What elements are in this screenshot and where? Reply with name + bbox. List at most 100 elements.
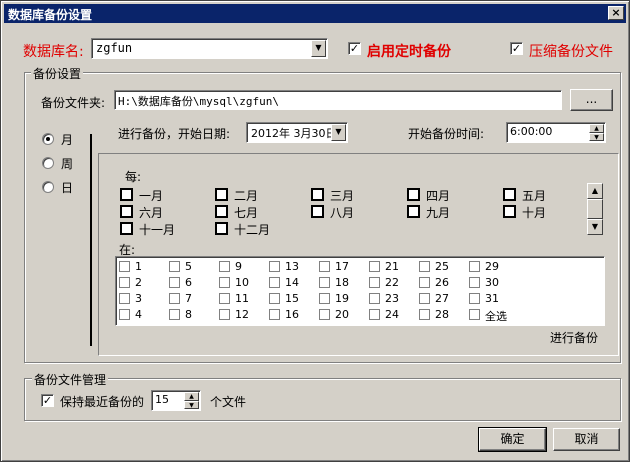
month-checkbox[interactable] bbox=[215, 222, 228, 235]
day-checkbox[interactable] bbox=[119, 309, 130, 320]
start-time-input[interactable]: 6:00:00 ▲ ▼ bbox=[506, 122, 606, 143]
day-checkbox[interactable] bbox=[269, 293, 280, 304]
day-checkbox[interactable] bbox=[219, 261, 230, 272]
day-checkbox[interactable] bbox=[419, 277, 430, 288]
day-checkbox[interactable] bbox=[119, 293, 130, 304]
mode-radio-day[interactable] bbox=[42, 181, 54, 193]
day-label: 12 bbox=[235, 308, 249, 321]
keep-recent-checkbox[interactable]: ✓ bbox=[41, 394, 54, 407]
day-checkbox[interactable] bbox=[169, 293, 180, 304]
backup-folder-input[interactable]: H:\数据库备份\mysql\zgfun\ bbox=[114, 90, 562, 110]
day-checkbox[interactable] bbox=[319, 309, 330, 320]
day-checkbox[interactable] bbox=[269, 309, 280, 320]
mode-day-label: 日 bbox=[61, 181, 74, 195]
day-checkbox[interactable] bbox=[169, 309, 180, 320]
day-checkbox[interactable] bbox=[319, 261, 330, 272]
day-checkbox[interactable] bbox=[469, 277, 480, 288]
timed-backup-checkbox[interactable]: ✓ bbox=[348, 42, 361, 55]
day-label: 7 bbox=[185, 292, 192, 305]
scroll-up-icon[interactable]: ▲ bbox=[587, 183, 603, 199]
timed-backup-label: 启用定时备份 bbox=[367, 44, 451, 60]
month-checkbox[interactable] bbox=[120, 222, 133, 235]
day-label: 25 bbox=[435, 260, 449, 273]
day-checkbox[interactable] bbox=[319, 277, 330, 288]
day-checkbox[interactable] bbox=[469, 261, 480, 272]
day-label: 20 bbox=[335, 308, 349, 321]
backup-folder-label: 备份文件夹: bbox=[41, 96, 106, 110]
month-checkbox[interactable] bbox=[215, 205, 228, 218]
month-label: 十一月 bbox=[139, 223, 176, 237]
spin-up-icon[interactable]: ▲ bbox=[589, 124, 604, 133]
every-label: 每: bbox=[125, 170, 142, 184]
start-time-value: 6:00:00 bbox=[510, 125, 553, 138]
day-label: 26 bbox=[435, 276, 449, 289]
day-checkbox[interactable] bbox=[469, 293, 480, 304]
day-label: 1 bbox=[135, 260, 142, 273]
day-label: 21 bbox=[385, 260, 399, 273]
keep-recent-label: 保持最近备份的 bbox=[60, 395, 145, 409]
calendar-dropdown-icon[interactable]: ▼ bbox=[331, 124, 346, 141]
time-spinner[interactable]: ▲ ▼ bbox=[589, 124, 604, 141]
close-button[interactable]: × bbox=[608, 6, 624, 20]
compress-backup-checkbox[interactable]: ✓ bbox=[510, 42, 523, 55]
month-checkbox[interactable] bbox=[503, 205, 516, 218]
day-checkbox[interactable] bbox=[269, 277, 280, 288]
day-checkbox[interactable] bbox=[419, 261, 430, 272]
start-date-picker[interactable]: 2012年 3月30日 ▼ bbox=[246, 122, 348, 143]
day-checkbox[interactable] bbox=[219, 277, 230, 288]
mode-radio-week[interactable] bbox=[42, 157, 54, 169]
month-label: 九月 bbox=[426, 206, 451, 220]
month-checkbox[interactable] bbox=[120, 205, 133, 218]
day-checkbox[interactable] bbox=[319, 293, 330, 304]
mode-week-label: 周 bbox=[61, 157, 74, 171]
cancel-button[interactable]: 取消 bbox=[553, 428, 620, 451]
scroll-thumb[interactable] bbox=[587, 199, 603, 219]
window-title: 数据库备份设置 bbox=[8, 8, 93, 22]
database-name-label: 数据库名: bbox=[23, 44, 84, 60]
day-checkbox[interactable] bbox=[219, 293, 230, 304]
spin-up-icon[interactable]: ▲ bbox=[184, 392, 199, 401]
month-checkbox[interactable] bbox=[215, 188, 228, 201]
day-label: 16 bbox=[285, 308, 299, 321]
title-bar: 数据库备份设置 × bbox=[4, 4, 626, 23]
day-checkbox[interactable] bbox=[169, 277, 180, 288]
backup-settings-title: 备份设置 bbox=[31, 65, 84, 82]
spin-down-icon[interactable]: ▼ bbox=[589, 132, 604, 141]
day-checkbox[interactable] bbox=[419, 293, 430, 304]
day-checkbox[interactable] bbox=[119, 261, 130, 272]
scroll-down-icon[interactable]: ▼ bbox=[587, 219, 603, 235]
day-checkbox[interactable] bbox=[219, 309, 230, 320]
month-checkbox[interactable] bbox=[407, 205, 420, 218]
month-checkbox[interactable] bbox=[503, 188, 516, 201]
day-checkbox[interactable] bbox=[369, 293, 380, 304]
month-checkbox[interactable] bbox=[407, 188, 420, 201]
mode-month-label: 月 bbox=[61, 133, 74, 147]
spin-down-icon[interactable]: ▼ bbox=[184, 400, 199, 409]
day-checkbox[interactable] bbox=[369, 277, 380, 288]
file-management-title: 备份文件管理 bbox=[32, 371, 109, 388]
day-checkbox[interactable] bbox=[169, 261, 180, 272]
keep-count-input[interactable]: 15 ▲ ▼ bbox=[151, 390, 201, 411]
browse-folder-button[interactable]: ... bbox=[570, 89, 613, 111]
day-label: 13 bbox=[285, 260, 299, 273]
run-backup-label[interactable]: 进行备份 bbox=[550, 329, 598, 346]
day-checkbox[interactable] bbox=[269, 261, 280, 272]
day-label: 10 bbox=[235, 276, 249, 289]
keep-count-spinner[interactable]: ▲ ▼ bbox=[184, 392, 199, 409]
day-checkbox[interactable] bbox=[469, 309, 480, 320]
day-checkbox[interactable] bbox=[369, 309, 380, 320]
chevron-down-icon[interactable]: ▼ bbox=[311, 40, 326, 57]
mode-radio-month[interactable] bbox=[42, 133, 54, 145]
month-checkbox[interactable] bbox=[311, 205, 324, 218]
day-checkbox[interactable] bbox=[419, 309, 430, 320]
ok-button[interactable]: 确定 bbox=[478, 427, 547, 452]
dialog-window: 数据库备份设置 × 数据库名: zgfun ▼ ✓ 启用定时备份 ✓ 压缩备份文… bbox=[0, 0, 630, 462]
month-label: 四月 bbox=[426, 189, 451, 203]
day-label: 14 bbox=[285, 276, 299, 289]
day-checkbox[interactable] bbox=[369, 261, 380, 272]
database-name-select[interactable]: zgfun ▼ bbox=[91, 38, 328, 59]
month-label: 十二月 bbox=[234, 223, 271, 237]
day-checkbox[interactable] bbox=[119, 277, 130, 288]
month-checkbox[interactable] bbox=[120, 188, 133, 201]
month-checkbox[interactable] bbox=[311, 188, 324, 201]
